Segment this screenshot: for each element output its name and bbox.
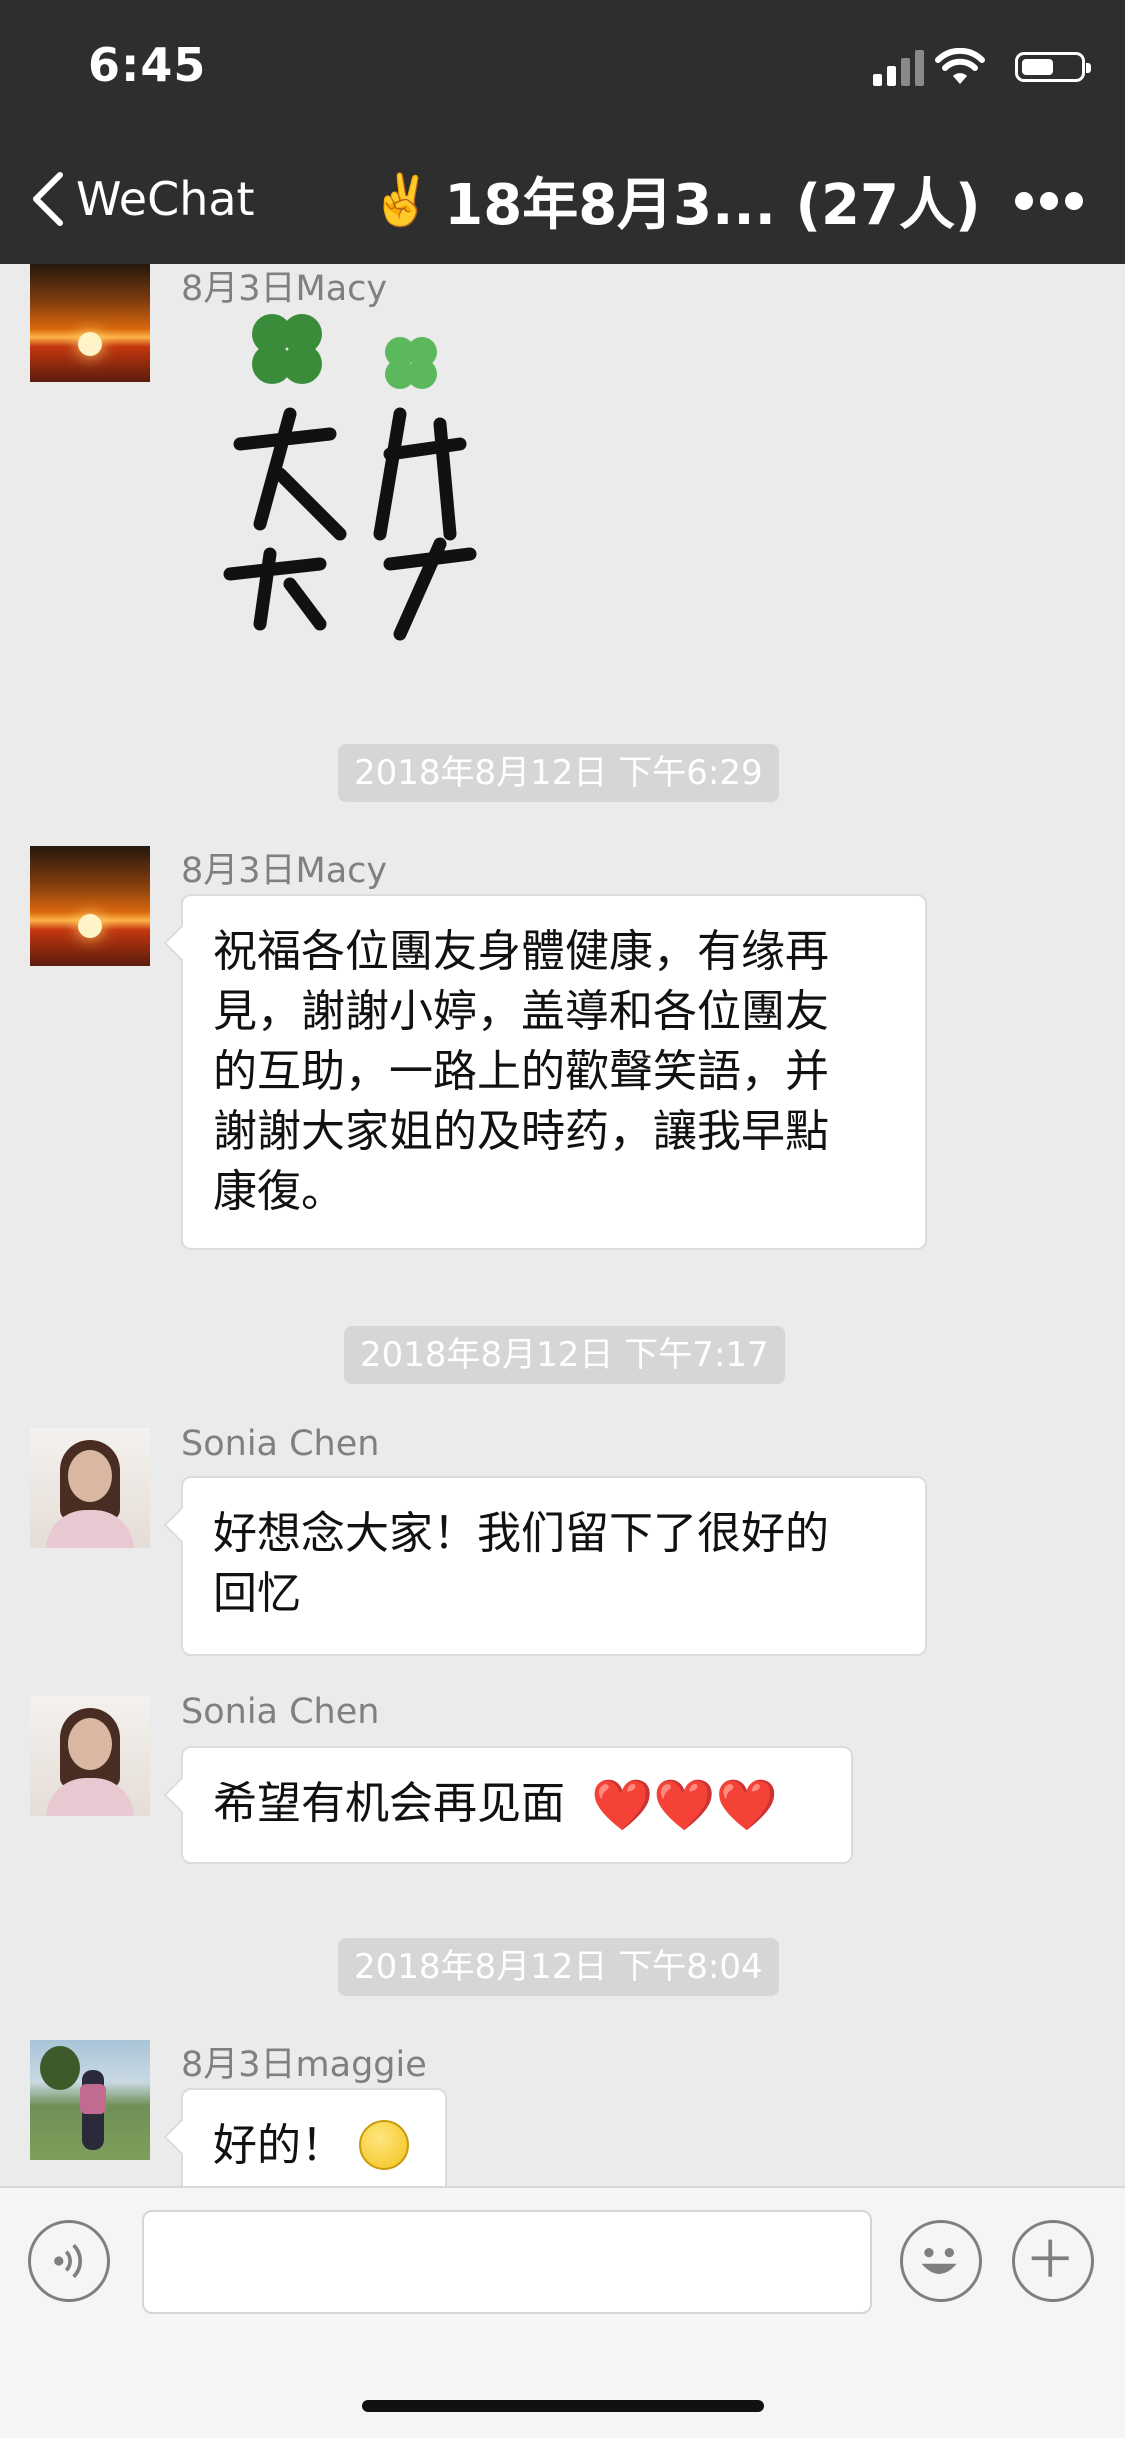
- input-bar: [0, 2186, 1125, 2438]
- chat-area[interactable]: 8月3日Macy 2018年8月12日 下午6:29 8月3日Macy 祝福各位…: [0, 264, 1125, 2186]
- timestamp-badge: 2018年8月12日 下午6:29: [338, 744, 779, 802]
- more-functions-button[interactable]: [1012, 2220, 1094, 2302]
- top-bar: 6:45 WeChat ✌️ 18年8月3... (27人): [0, 0, 1125, 264]
- message-input[interactable]: [142, 2210, 872, 2314]
- timestamp-badge: 2018年8月12日 下午7:17: [344, 1326, 785, 1384]
- message-text: 希望有机会再见面: [213, 1778, 565, 1829]
- message-bubble[interactable]: 希望有机会再见面 ❤️❤️❤️: [181, 1746, 853, 1864]
- wifi-icon: [935, 48, 985, 84]
- avatar[interactable]: [30, 264, 150, 382]
- message-line: 的互助，一路上的歡聲笑語，并: [213, 1046, 829, 1097]
- message-bubble[interactable]: 祝福各位團友身體健康，有缘再 見，謝謝小婷，盖導和各位團友 的互助，一路上的歡聲…: [181, 894, 927, 1250]
- sender-name: 8月3日maggie: [181, 2045, 427, 2085]
- avatar[interactable]: [30, 846, 150, 966]
- emoji-button[interactable]: [900, 2220, 982, 2302]
- victory-hand-icon: ✌️: [370, 171, 433, 229]
- message-line: 康復。: [213, 1166, 345, 1217]
- plus-icon: [1031, 2239, 1069, 2277]
- voice-icon: [54, 2243, 82, 2279]
- message-text: 好的！: [213, 2120, 345, 2171]
- message-line: 見，謝謝小婷，盖導和各位團友: [213, 986, 829, 1037]
- back-button[interactable]: WeChat: [28, 166, 255, 232]
- status-time: 6:45: [88, 38, 207, 92]
- heart-icon: ❤️❤️❤️: [591, 1776, 778, 1834]
- message-line: 回忆: [213, 1568, 301, 1619]
- more-options-button[interactable]: [1015, 192, 1083, 212]
- more-dot-icon: [1040, 192, 1058, 210]
- battery-icon: [1015, 52, 1091, 82]
- four-leaf-clover-sticker: [223, 314, 477, 641]
- timestamp-badge: 2018年8月12日 下午8:04: [338, 1938, 779, 1996]
- chat-title: ✌️ 18年8月3... (27人): [370, 160, 981, 241]
- more-dot-icon: [1015, 192, 1033, 210]
- sender-name: Sonia Chen: [181, 1424, 380, 1464]
- message-bubble[interactable]: 好想念大家！我们留下了很好的 回忆: [181, 1476, 927, 1656]
- signal-icon: [873, 48, 925, 86]
- message-line: 祝福各位團友身體健康，有缘再: [213, 926, 829, 977]
- message-line: 謝謝大家姐的及時药，讓我早點: [213, 1106, 829, 1157]
- battery-level: [1022, 59, 1053, 75]
- avatar[interactable]: [30, 1696, 150, 1816]
- chat-title-text: 18年8月3... (27人): [444, 173, 981, 238]
- avatar[interactable]: [30, 2040, 150, 2160]
- voice-button[interactable]: [28, 2220, 110, 2302]
- message-bubble[interactable]: 好的！: [181, 2088, 447, 2186]
- message-line: 好想念大家！我们留下了很好的: [213, 1508, 829, 1559]
- emoji-icon: [921, 2248, 957, 2274]
- sticker-image[interactable]: [210, 304, 510, 644]
- status-icons: [865, 48, 1091, 88]
- sender-name: 8月3日Macy: [181, 851, 388, 891]
- back-label: WeChat: [76, 172, 255, 226]
- home-indicator[interactable]: [362, 2400, 764, 2412]
- avatar[interactable]: [30, 1428, 150, 1548]
- smile-emoji-icon: [359, 2120, 409, 2170]
- more-dot-icon: [1065, 192, 1083, 210]
- chevron-left-icon: [33, 172, 63, 226]
- sender-name: Sonia Chen: [181, 1692, 380, 1732]
